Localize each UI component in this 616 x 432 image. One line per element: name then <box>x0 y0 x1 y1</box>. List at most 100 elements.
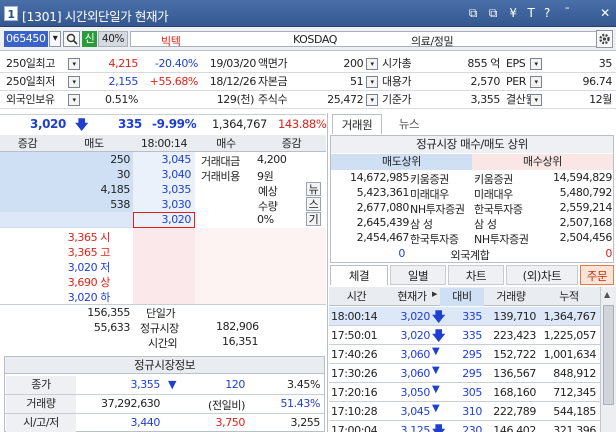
reg-value3: 3.45% <box>287 378 320 391</box>
credit-badge: 신 <box>82 31 97 47</box>
dropdown-icon[interactable]: ▾ <box>68 58 80 70</box>
close-icon[interactable]: ✕ <box>598 5 612 21</box>
trade-header-cell: 시간 <box>346 290 367 303</box>
bid-band <box>195 228 326 304</box>
trade-time: 17:10:28 <box>331 405 378 418</box>
dropdown-icon[interactable]: ▾ <box>530 76 542 88</box>
orderbook-header-cell: 증감 <box>17 137 38 150</box>
scroll-thumb[interactable] <box>603 305 614 405</box>
dropdown-icon[interactable]: ▾ <box>366 94 378 106</box>
broker-tab-0[interactable]: 거래원 <box>332 114 382 134</box>
minimize-icon[interactable]: ¯ <box>560 5 574 21</box>
trade-time: 17:50:01 <box>331 329 378 342</box>
foreign-sell: 0 <box>398 247 405 260</box>
ask-price[interactable]: 3,030 <box>133 198 192 211</box>
sell-broker[interactable]: 한국투자증 <box>410 231 472 247</box>
ask-qty: 538 <box>110 198 130 211</box>
reg-value1: 3,440 <box>130 416 161 429</box>
trade-cumulative: 712,345 <box>553 386 596 399</box>
orderbook-header-cell: 18:00:14 <box>140 137 188 150</box>
buy-qty: 5,480,792 <box>559 186 613 199</box>
pin-icon[interactable]: ¥ <box>506 5 520 21</box>
buy-broker[interactable]: NH투자증권 <box>474 231 538 247</box>
trade-tab-1[interactable]: 일별 <box>390 265 446 285</box>
quote-line: 3,020 🡇 335 -9.99% 1,364,767 143.88% <box>0 114 327 134</box>
ask-price[interactable]: 3,020 <box>133 213 192 226</box>
trade-time: 18:00:14 <box>331 310 378 323</box>
broker-title: 정규시장 매수/매도 상위 <box>331 136 613 153</box>
down-tri-icon: ▼ <box>432 403 440 414</box>
sort-icon[interactable]: ▶ <box>432 290 437 298</box>
help-icon[interactable]: ? <box>540 5 554 21</box>
trade-cumulative: 544,185 <box>553 405 596 418</box>
buy-broker[interactable]: 한국투자증 <box>474 201 538 217</box>
sell-broker[interactable]: 삼 성 <box>410 216 472 232</box>
reg-label: 시/고/저 <box>6 414 76 432</box>
info-cell: 35 <box>598 57 612 70</box>
reg-value3: 3,255 <box>290 416 321 429</box>
text-size-icon[interactable]: T <box>524 5 538 21</box>
copy-window-icon[interactable]: ⧉ <box>466 5 480 21</box>
broker-tab-1[interactable]: 뉴스 <box>384 114 434 134</box>
orderbook-header-cell: 매도 <box>84 137 104 150</box>
trade-volume: 146,402 <box>493 424 536 432</box>
dropdown-icon[interactable]: ▾ <box>366 58 378 70</box>
row-divider <box>0 108 616 109</box>
stock-code-input[interactable]: 065450 <box>4 31 48 47</box>
down-tri-icon: ▼ <box>168 378 177 391</box>
trade-volume: 139,710 <box>493 310 536 323</box>
new-window-icon[interactable]: ⧉ <box>486 5 500 21</box>
info-cell: 18/12/26 <box>209 75 256 88</box>
ask-price[interactable]: 3,040 <box>133 168 192 181</box>
trade-price: 3,020 <box>400 310 431 323</box>
trade-cumulative: 1,364,767 <box>543 310 596 323</box>
trades-scrollbar[interactable]: ▲ <box>600 287 616 432</box>
reg-label: 거래량 <box>6 395 76 413</box>
volume: 1,364,767 <box>212 117 267 131</box>
buy-qty: 2,559,214 <box>559 201 613 214</box>
scroll-up-icon[interactable]: ▲ <box>604 290 610 299</box>
side-info-label: 거래대금 <box>201 155 240 168</box>
price-change-pct: -9.99% <box>152 117 197 131</box>
buy-qty: 14,594,829 <box>553 171 612 184</box>
dropdown-icon[interactable]: ▾ <box>366 76 378 88</box>
dropdown-icon[interactable]: ▾ <box>530 94 542 106</box>
code-dropdown-icon[interactable]: ▾ <box>49 31 61 47</box>
dropdown-icon[interactable]: ▾ <box>530 58 542 70</box>
after-hours-value: 16,351 <box>222 335 259 348</box>
ask-price[interactable]: 3,045 <box>133 153 192 166</box>
buy-broker[interactable]: 미래대우 <box>474 186 538 202</box>
single-price-label: 단일가 <box>146 307 176 320</box>
trade-time: 17:00:04 <box>331 424 378 432</box>
sell-broker[interactable]: 미래대우 <box>410 186 472 202</box>
trade-tab-0[interactable]: 체결 <box>330 265 388 285</box>
settings-gear-icon[interactable] <box>596 30 613 48</box>
side-button-1[interactable]: 스 <box>306 197 321 211</box>
search-icon[interactable] <box>63 31 80 47</box>
trade-tab-2[interactable]: 차트 <box>448 265 504 285</box>
buy-broker[interactable]: 키움증권 <box>474 171 538 187</box>
trade-price: 3,050 <box>400 386 431 399</box>
trade-volume: 222,789 <box>493 405 536 418</box>
trade-price: 3,060 <box>400 367 431 380</box>
after-hours-label: 시간외 <box>148 337 178 350</box>
sell-broker[interactable]: NH투자증권 <box>410 201 472 217</box>
buy-qty: 2,504,456 <box>559 231 613 244</box>
sell-qty: 5,423,361 <box>356 186 410 199</box>
buy-top-header: 매수상위 <box>472 154 613 170</box>
sell-broker[interactable]: 키움증권 <box>410 171 472 187</box>
info-cell: 2,570 <box>470 75 501 88</box>
buy-qty: 2,507,168 <box>559 216 613 229</box>
dropdown-icon[interactable]: ▾ <box>68 76 80 88</box>
trade-tab-4[interactable]: 주문 <box>580 265 614 285</box>
side-button-0[interactable]: 뉴 <box>306 182 321 196</box>
sell-qty: 2,677,080 <box>356 201 410 214</box>
ask-price[interactable]: 3,035 <box>133 183 192 196</box>
trade-tab-3[interactable]: (외)차트 <box>506 265 578 285</box>
dropdown-icon[interactable]: ▾ <box>68 94 80 106</box>
side-button-2[interactable]: 기 <box>306 212 321 226</box>
buy-broker[interactable]: 삼 성 <box>474 216 538 232</box>
total-ask-regular: 55,633 <box>93 321 130 334</box>
bid-price-band <box>133 228 195 304</box>
trade-change: 295 <box>462 348 482 361</box>
